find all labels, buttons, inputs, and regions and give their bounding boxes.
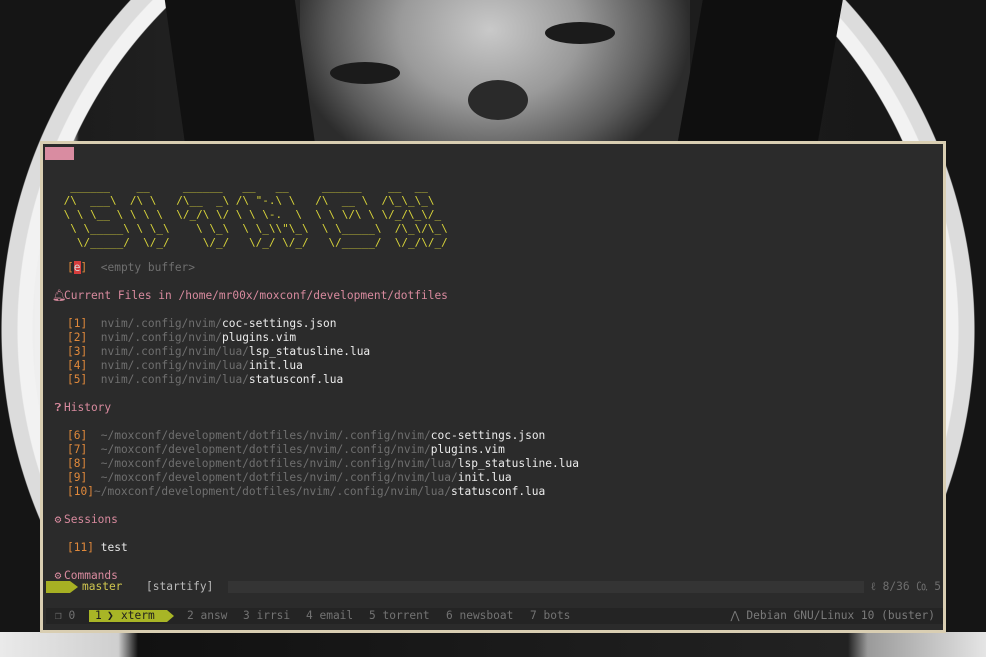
tmux-window[interactable]: 4 email bbox=[306, 609, 353, 623]
wallpaper-bottom bbox=[0, 632, 986, 657]
vim-statusline: master [startify] ℓ 8/36 ㏇ 5 bbox=[46, 580, 943, 594]
terminal-window[interactable]: ______ __ ______ __ __ ______ __ __ /\ _… bbox=[40, 141, 946, 633]
wallpaper-hair-left bbox=[164, 0, 316, 145]
cursor-position: ℓ 8/36 ㏇ 5 bbox=[870, 580, 941, 593]
logo-line: \ \_____\ \ \_\ \ \_\ \ \_\\"\_\ \ \____… bbox=[57, 222, 448, 235]
section-current-files-header: 🔔︎Current Files in /home/mr00x/moxconf/d… bbox=[52, 289, 448, 302]
tmux-pane-indicator: ❐ 0 bbox=[55, 609, 76, 622]
wallpaper-eye-left bbox=[330, 62, 400, 84]
wallpaper-hair-right bbox=[677, 0, 843, 145]
filetype: [startify] bbox=[146, 580, 214, 593]
wallpaper-nose bbox=[468, 80, 528, 120]
cursor: e bbox=[73, 261, 81, 274]
arch-icon: ⋀ bbox=[730, 609, 740, 622]
list-item[interactable]: [5] nvim/.config/nvim/lua/statusconf.lua bbox=[67, 373, 343, 387]
tmux-window[interactable]: 5 torrent bbox=[369, 609, 430, 623]
list-item[interactable]: [1] nvim/.config/nvim/coc-settings.json bbox=[67, 317, 337, 331]
tmux-window[interactable]: 3 irrsi bbox=[243, 609, 290, 623]
chevron-right-icon: ❯ bbox=[107, 609, 114, 622]
tmux-statusbar: ❐ 0 1 ❯ xterm 2 answ 3 irrsi 4 email 5 t… bbox=[46, 608, 943, 624]
wallpaper-eye-right bbox=[545, 22, 615, 44]
statusline-fill bbox=[228, 581, 864, 593]
list-item[interactable]: [3] nvim/.config/nvim/lua/lsp_statusline… bbox=[67, 345, 370, 359]
tmux-window-active[interactable]: 1 ❯ xterm bbox=[89, 609, 167, 622]
list-item[interactable]: [6] ~/moxconf/development/dotfiles/nvim/… bbox=[67, 429, 545, 443]
logo-line: /\ ___\ /\ \ /\__ _\ /\ "-.\ \ /\ __ \ /… bbox=[57, 194, 435, 207]
list-item[interactable]: [4] nvim/.config/nvim/lua/init.lua bbox=[67, 359, 303, 373]
empty-buffer-label: <empty buffer> bbox=[100, 261, 196, 274]
section-sessions-header: ⚙ Sessions bbox=[52, 513, 118, 527]
tmux-window[interactable]: 6 newsboat bbox=[446, 609, 513, 623]
question-circle-icon: ❓︎ bbox=[54, 401, 62, 414]
list-item[interactable]: [2] nvim/.config/nvim/plugins.vim bbox=[67, 331, 296, 345]
tmux-window[interactable]: 7 bots bbox=[530, 609, 570, 623]
list-item[interactable]: [10]~/moxconf/development/dotfiles/nvim/… bbox=[67, 485, 545, 499]
tmux-active-separator bbox=[167, 610, 174, 622]
tmux-window[interactable]: 2 answ bbox=[187, 609, 227, 623]
mode-separator bbox=[70, 581, 78, 593]
mode-indicator bbox=[46, 581, 70, 593]
list-item[interactable]: [7] ~/moxconf/development/dotfiles/nvim/… bbox=[67, 443, 505, 457]
logo-line: \ \ \__ \ \ \ \ \/_/\ \/ \ \ \-. \ \ \ \… bbox=[57, 208, 442, 221]
tabline-indicator bbox=[45, 147, 74, 160]
list-item[interactable]: [8] ~/moxconf/development/dotfiles/nvim/… bbox=[67, 457, 579, 471]
empty-buffer-entry[interactable]: [e] <empty buffer> bbox=[67, 261, 195, 275]
section-history-header: ❓︎ History bbox=[52, 401, 112, 415]
list-item[interactable]: [9] ~/moxconf/development/dotfiles/nvim/… bbox=[67, 471, 512, 485]
git-branch: master bbox=[82, 580, 123, 593]
logo-line: ______ __ ______ __ __ ______ __ __ bbox=[57, 180, 428, 193]
gear-icon: ⚙ bbox=[54, 513, 62, 526]
os-label: ⋀ Debian GNU/Linux 10 (buster) bbox=[730, 609, 935, 622]
bell-icon: 🔔︎ bbox=[52, 289, 67, 302]
logo-line: \/_____/ \/_/ \/_/ \/_/ \/_/ \/_____/ \/… bbox=[57, 236, 448, 249]
session-item[interactable]: [11] test bbox=[67, 541, 128, 555]
